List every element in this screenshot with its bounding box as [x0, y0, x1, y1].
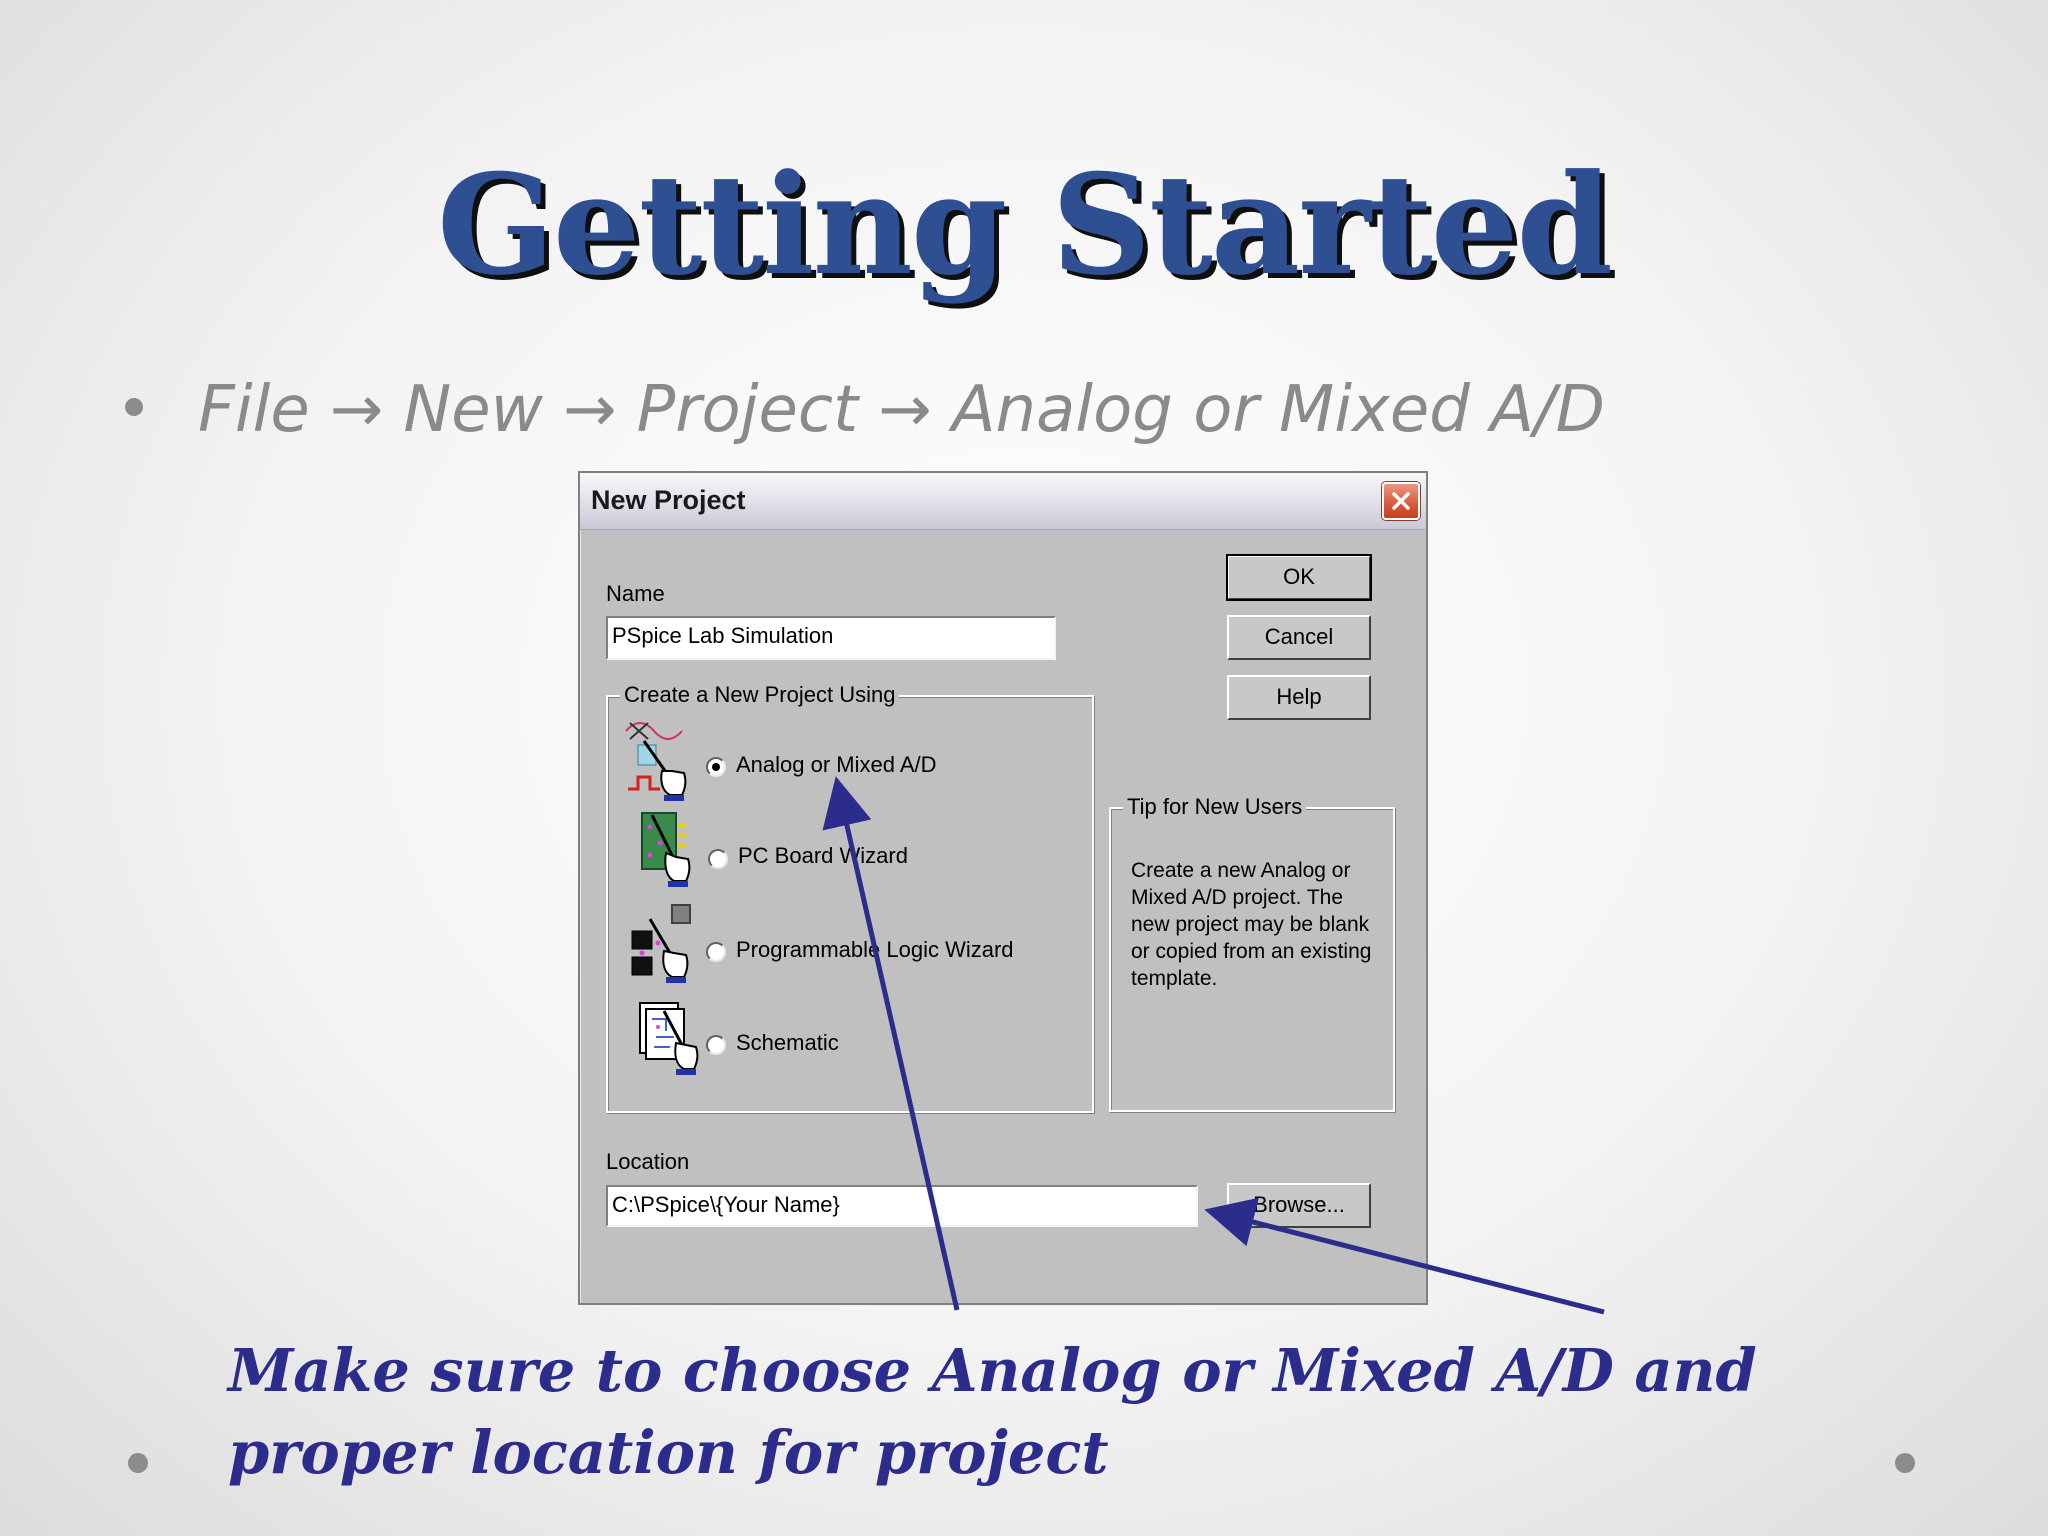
create-project-group: Create a New Project Using Analog or Mix…	[606, 682, 1094, 1113]
create-project-group-label: Create a New Project Using	[620, 682, 900, 708]
tip-text: Create a new Analog or Mixed A/D project…	[1131, 859, 1372, 990]
bullet-dot	[125, 398, 143, 416]
path-file: File	[198, 373, 310, 447]
analog-project-icon	[625, 722, 687, 801]
option-schematic-label[interactable]: Schematic	[736, 1030, 839, 1056]
dialog-title: New Project	[591, 485, 746, 515]
ok-button[interactable]: OK	[1226, 554, 1372, 601]
annotation-text: Make sure to choose Analog or Mixed A/D …	[228, 1336, 1757, 1487]
logic-wizard-icon	[631, 904, 691, 983]
schematic-icon	[639, 1002, 699, 1075]
radio-pc-board-wizard[interactable]	[708, 849, 728, 869]
arrow-icon: →	[562, 373, 617, 447]
path-project: Project	[636, 373, 859, 447]
option-programmable-logic-label[interactable]: Programmable Logic Wizard	[736, 937, 1014, 963]
option-pc-board-wizard-label[interactable]: PC Board Wizard	[738, 843, 908, 869]
slide-title: Getting Started	[437, 143, 1613, 306]
project-name-input[interactable]: PSpice Lab Simulation	[606, 616, 1056, 660]
option-analog-mixed-label[interactable]: Analog or Mixed A/D	[736, 752, 937, 778]
path-analog: Analog or Mixed A/D	[951, 373, 1605, 447]
location-input[interactable]: C:\PSpice\{Your Name}	[606, 1185, 1198, 1227]
tip-group-label: Tip for New Users	[1123, 794, 1307, 820]
cancel-button[interactable]: Cancel	[1227, 615, 1371, 660]
pcb-wizard-icon	[641, 812, 691, 887]
close-button[interactable]	[1382, 482, 1420, 520]
help-button[interactable]: Help	[1227, 675, 1371, 720]
tip-group: Tip for New Users Create a new Analog or…	[1109, 794, 1395, 1112]
name-label: Name	[606, 581, 665, 606]
path-new: New	[403, 373, 543, 447]
dialog-titlebar[interactable]: New Project	[580, 473, 1426, 530]
arrow-icon: →	[878, 373, 932, 447]
slide-corner-dot-left	[128, 1453, 148, 1473]
menu-path-instruction: File → New → Project → Analog or Mixed A/D	[198, 370, 1605, 450]
radio-analog-mixed[interactable]	[706, 757, 726, 777]
close-icon	[1392, 492, 1410, 510]
browse-button[interactable]: Browse...	[1227, 1183, 1371, 1228]
radio-programmable-logic-wizard[interactable]	[706, 942, 726, 962]
location-label: Location	[606, 1149, 690, 1174]
radio-schematic[interactable]	[706, 1035, 726, 1055]
new-project-dialog: New Project Name PSpice Lab Simulation O…	[578, 471, 1428, 1305]
slide-corner-dot-right	[1895, 1453, 1915, 1473]
arrow-icon: →	[329, 373, 384, 447]
